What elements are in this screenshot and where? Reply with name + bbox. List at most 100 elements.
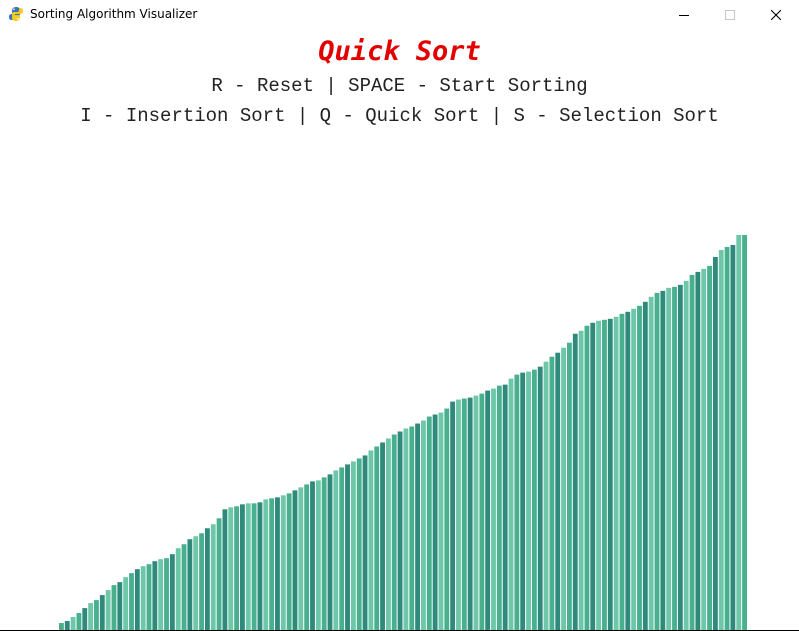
bar: [712, 256, 718, 630]
bar: [315, 480, 321, 630]
bar: [718, 249, 724, 630]
bar: [123, 577, 129, 630]
bar: [496, 385, 502, 630]
bar: [385, 438, 391, 630]
bar: [269, 498, 275, 630]
bar: [566, 342, 572, 630]
bar: [572, 333, 578, 630]
bar: [467, 397, 473, 630]
bar: [555, 352, 561, 630]
bar: [368, 450, 374, 630]
bar: [432, 414, 438, 630]
bar: [642, 301, 648, 630]
bar: [695, 271, 701, 630]
bar: [689, 274, 695, 630]
bar: [345, 464, 350, 630]
bar: [596, 320, 602, 630]
bar: [117, 582, 123, 630]
bar: [584, 325, 590, 630]
app-window: Sorting Algorithm Visualizer Quick Sort …: [0, 0, 799, 631]
bar: [461, 398, 467, 630]
bar: [613, 316, 619, 630]
bar: [94, 600, 99, 630]
bar: [677, 284, 683, 630]
bar: [619, 313, 625, 630]
bar: [169, 554, 175, 630]
bar: [111, 585, 117, 630]
bar: [99, 595, 105, 630]
bar: [240, 504, 245, 630]
bar: [292, 490, 298, 630]
bar: [637, 305, 642, 630]
bar: [403, 428, 409, 630]
bar: [473, 395, 479, 630]
bar: [491, 388, 496, 630]
bar: [666, 287, 672, 630]
bar: [76, 613, 82, 630]
bar: [64, 621, 70, 630]
bar: [537, 366, 543, 630]
bar: [216, 518, 222, 630]
bar: [228, 507, 234, 630]
bar: [152, 561, 158, 630]
bar: [502, 384, 508, 630]
bar: [158, 559, 164, 630]
bar: [707, 265, 712, 630]
bar: [508, 378, 514, 630]
bar: [280, 495, 286, 630]
bar: [438, 412, 444, 630]
bar: [625, 311, 631, 630]
bar: [531, 369, 537, 630]
bar: [660, 290, 666, 630]
bar: [415, 423, 421, 630]
bar: [310, 481, 315, 630]
bar: [193, 536, 199, 630]
bar: [602, 319, 607, 630]
bar: [327, 474, 333, 630]
bar: [140, 566, 146, 630]
bar: [374, 446, 380, 630]
bar: [321, 477, 327, 630]
bar: [514, 374, 520, 630]
bar: [607, 318, 613, 630]
bar: [631, 308, 637, 630]
bar: [590, 322, 596, 630]
bar: [654, 292, 660, 630]
bar: [397, 431, 403, 630]
bar: [257, 502, 263, 630]
bar: [520, 372, 526, 630]
bar: [479, 393, 485, 630]
bar: [526, 371, 531, 630]
bar: [245, 503, 251, 630]
bar: [701, 268, 707, 630]
bar: [187, 539, 193, 630]
bar: [88, 603, 94, 630]
bar: [199, 533, 204, 630]
bar: [82, 608, 88, 630]
bar: [210, 524, 216, 630]
bar: [134, 569, 140, 630]
bar: [485, 390, 491, 630]
bar: [350, 461, 356, 630]
bar: [683, 280, 689, 630]
bar: [444, 408, 450, 630]
bar: [409, 426, 415, 630]
bar: [304, 484, 310, 630]
bar: [333, 470, 339, 630]
bar: [70, 617, 76, 630]
bar: [59, 623, 64, 630]
bar: [724, 246, 730, 630]
bar: [549, 356, 555, 630]
bar-chart: [0, 235, 799, 631]
bar: [391, 434, 397, 630]
bar: [561, 347, 566, 630]
bar: [672, 286, 677, 630]
bar: [648, 296, 654, 630]
bar: [543, 361, 549, 630]
bar: [146, 564, 152, 630]
bar: [578, 330, 584, 630]
bar: [286, 493, 292, 630]
bar: [456, 399, 461, 630]
bar: [222, 509, 228, 630]
bar: [164, 558, 169, 630]
